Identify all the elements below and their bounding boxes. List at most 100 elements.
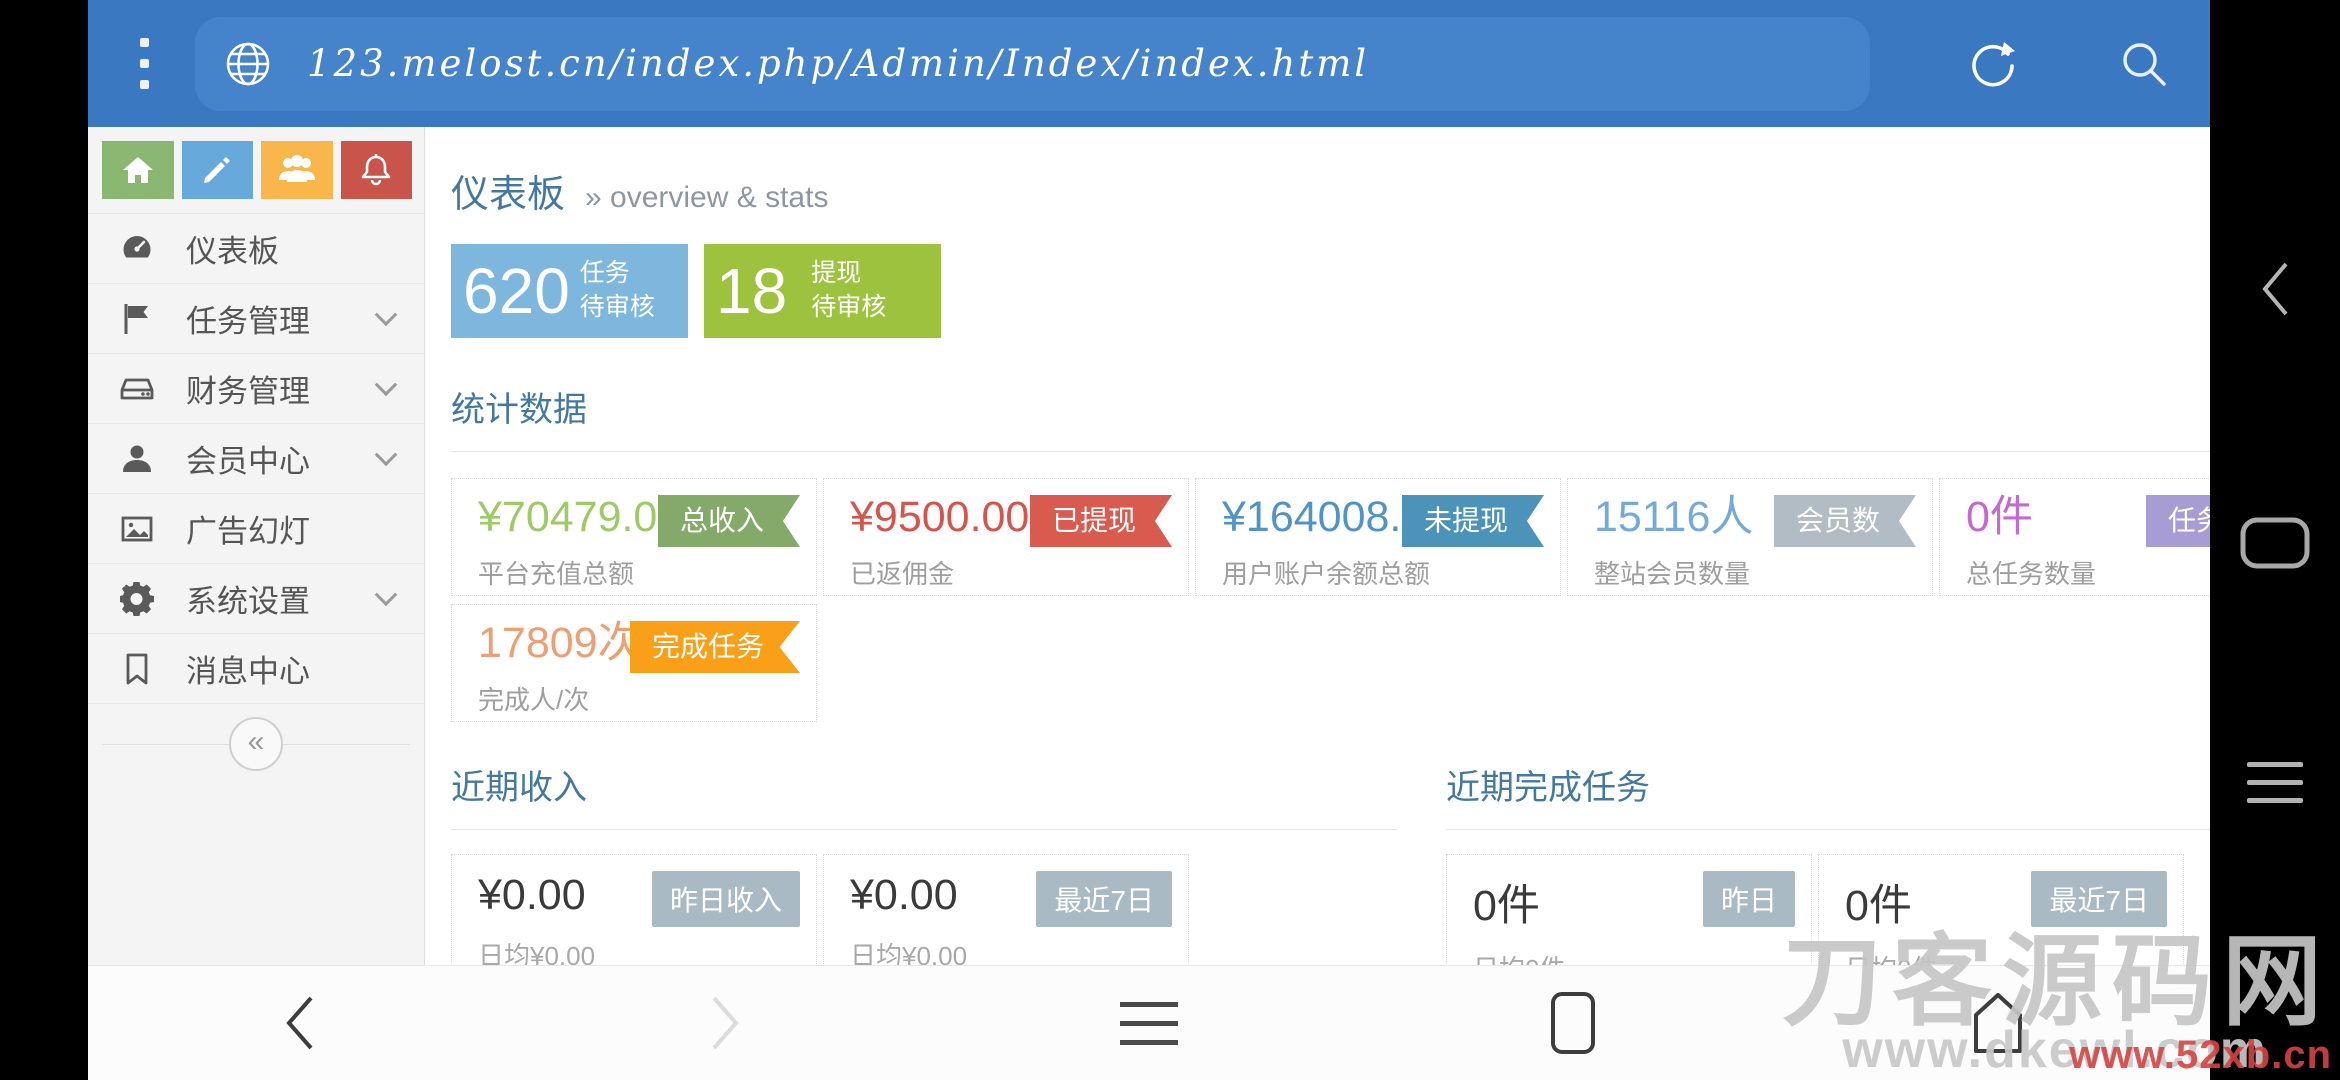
nav-home-button[interactable] <box>1938 978 2058 1068</box>
divider <box>1446 829 2210 830</box>
stat-badge: 完成任务 <box>630 621 800 673</box>
stat-badge: 会员数 <box>1774 495 1916 547</box>
income-badge: 最近7日 <box>1036 871 1172 927</box>
edge-menu-icon <box>2247 762 2303 803</box>
pending-withdrawals-count: 18 <box>716 259 787 323</box>
breadcrumb-path: » overview & stats <box>585 181 828 215</box>
sidebar-collapse-row: « <box>88 704 424 784</box>
stat-badge: 总收入 <box>658 495 800 547</box>
forward-icon <box>703 991 747 1055</box>
home-icon <box>120 152 156 188</box>
edit-quick-button[interactable] <box>182 141 254 199</box>
nav-menu-button[interactable] <box>1089 978 1209 1068</box>
phone-screen: 123.melost.cn/index.php/Admin/Index/inde… <box>0 0 2340 1080</box>
edge-recent-button[interactable] <box>2238 515 2312 576</box>
box-status: 待审核 <box>811 293 886 321</box>
pending-tasks-box[interactable]: 620 任务 待审核 <box>451 244 688 338</box>
stat-card-total-income: ¥70479.00 平台充值总额 总收入 <box>451 478 817 596</box>
browser-bottom-nav <box>88 965 2210 1080</box>
gauge-icon <box>118 230 156 268</box>
stat-card-withdrawn: ¥9500.00 已返佣金 已提现 <box>823 478 1189 596</box>
pencil-icon <box>199 152 235 188</box>
box-status: 待审核 <box>580 293 655 321</box>
home-quick-button[interactable] <box>102 141 174 199</box>
user-icon <box>118 440 156 478</box>
tasks-badge: 最近7日 <box>2031 871 2167 927</box>
sidebar-item-label: 系统设置 <box>186 576 310 621</box>
sidebar-item-members[interactable]: 会员中心 <box>88 424 424 494</box>
sidebar-item-settings[interactable]: 系统设置 <box>88 564 424 634</box>
main-panel: 仪表板 » overview & stats 620 任务 待审核 18 提现 … <box>425 127 2210 965</box>
bookmark-icon <box>118 650 156 688</box>
home-nav-icon <box>1972 991 2024 1055</box>
sidebar-item-messages[interactable]: 消息中心 <box>88 634 424 704</box>
sidebar-item-ads[interactable]: 广告幻灯 <box>88 494 424 564</box>
sidebar-item-label: 任务管理 <box>186 296 310 341</box>
sidebar-menu: 仪表板 任务管理 <box>88 213 424 704</box>
income-sub: 日均¥0.00 <box>850 936 1174 965</box>
notifications-quick-button[interactable] <box>341 141 413 199</box>
sidebar-quick-buttons <box>88 127 424 213</box>
stats-cards-row-1: ¥70479.00 平台充值总额 总收入 ¥9500.00 已返佣金 已提现 ¥… <box>451 478 2210 596</box>
stats-section-title: 统计数据 <box>451 382 2210 431</box>
sidebar-item-label: 广告幻灯 <box>186 506 310 551</box>
image-icon <box>118 510 156 548</box>
chevron-down-icon <box>375 583 398 606</box>
edge-menu-button[interactable] <box>2247 762 2303 803</box>
stat-badge: 未提现 <box>1402 495 1544 547</box>
recent-tasks-title: 近期完成任务 <box>1446 760 2210 809</box>
refresh-icon[interactable] <box>1968 38 2020 90</box>
search-icon[interactable] <box>2116 36 2172 92</box>
recent-income-title: 近期收入 <box>451 760 1397 809</box>
income-cards-row: ¥0.00 日均¥0.00 昨日收入 ¥0.00 日均¥0.00 最近7日 <box>451 854 1397 965</box>
browser-top-bar: 123.melost.cn/index.php/Admin/Index/inde… <box>88 0 2210 127</box>
divider <box>451 829 1397 830</box>
flag-icon <box>118 300 156 338</box>
sidebar-collapse-button[interactable]: « <box>229 717 283 771</box>
stat-badge: 任务数 <box>2146 495 2210 547</box>
url-text[interactable]: 123.melost.cn/index.php/Admin/Index/inde… <box>307 42 1369 85</box>
sidebar-item-label: 会员中心 <box>186 436 310 481</box>
stat-label: 整站会员数量 <box>1594 554 1918 591</box>
chevron-down-icon <box>375 443 398 466</box>
chevron-down-icon <box>375 303 398 326</box>
stat-label: 用户账户余额总额 <box>1222 554 1546 591</box>
edge-toolbar <box>2210 0 2340 1080</box>
stat-card-unwithdrawn: ¥164008.7 用户账户余额总额 未提现 <box>1195 478 1561 596</box>
sidebar-item-dashboard[interactable]: 仪表板 <box>88 214 424 284</box>
stat-label: 平台充值总额 <box>478 554 802 591</box>
sidebar: 仪表板 任务管理 <box>88 127 425 965</box>
box-tag: 提现 <box>811 259 861 287</box>
sidebar-item-label: 仪表板 <box>186 226 279 271</box>
stat-card-members: 15116人 整站会员数量 会员数 <box>1567 478 1933 596</box>
summary-boxes: 620 任务 待审核 18 提现 待审核 <box>451 244 2210 338</box>
stat-card-completed: 17809次 完成人/次 完成任务 <box>451 604 817 722</box>
recent-tasks-section: 近期完成任务 0件 日均0件 昨日 0件 日均0件 最近7日 <box>1446 760 2210 965</box>
stat-label: 总任务数量 <box>1966 554 2210 591</box>
stat-label: 已返佣金 <box>850 554 1174 591</box>
page-title: 仪表板 <box>451 163 565 218</box>
bell-icon <box>358 152 394 188</box>
recent-sections: 近期收入 ¥0.00 日均¥0.00 昨日收入 ¥0.00 日均¥0.00 <box>451 760 2210 965</box>
menu-icon <box>1120 1002 1178 1045</box>
browser-menu-icon[interactable] <box>140 38 149 89</box>
nav-back-button[interactable] <box>240 978 360 1068</box>
sidebar-item-finance[interactable]: 财务管理 <box>88 354 424 424</box>
edge-back-button[interactable] <box>2255 258 2295 325</box>
stat-label: 完成人/次 <box>478 680 802 717</box>
income-sub: 日均¥0.00 <box>478 936 802 965</box>
users-quick-button[interactable] <box>261 141 333 199</box>
back-icon <box>278 991 322 1055</box>
pending-tasks-count: 620 <box>463 259 570 323</box>
edge-back-icon <box>2255 258 2295 320</box>
users-icon <box>277 152 317 188</box>
address-bar[interactable]: 123.melost.cn/index.php/Admin/Index/inde… <box>195 17 1870 111</box>
tasks-card-7days: 0件 日均0件 最近7日 <box>1818 854 2184 965</box>
tasks-card-yesterday: 0件 日均0件 昨日 <box>1446 854 1812 965</box>
tasks-sub: 日均0件 <box>1473 949 1797 965</box>
nav-tabs-button[interactable] <box>1513 978 1633 1068</box>
tasks-badge: 昨日 <box>1703 871 1795 927</box>
nav-forward-button[interactable] <box>665 978 785 1068</box>
pending-withdrawals-box[interactable]: 18 提现 待审核 <box>704 244 941 338</box>
sidebar-item-tasks[interactable]: 任务管理 <box>88 284 424 354</box>
